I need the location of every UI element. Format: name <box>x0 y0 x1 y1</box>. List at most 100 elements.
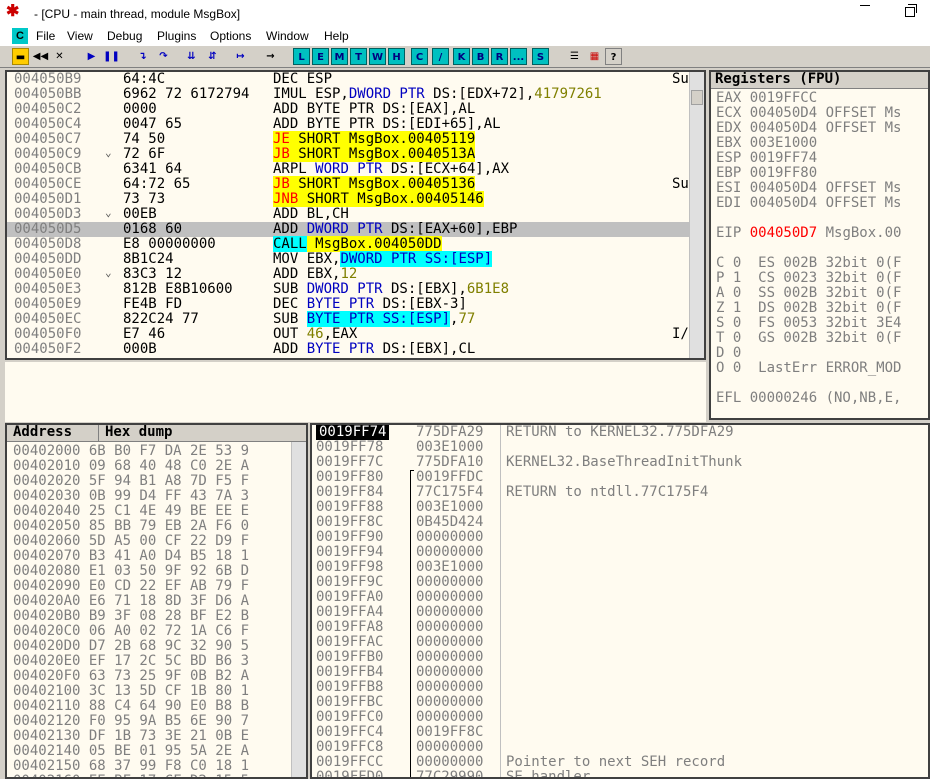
dump-row[interactable]: 00402000 6B B0 F7 DA 2E 53 9 <box>13 444 249 459</box>
toolbar-patches-button[interactable]: / <box>432 48 449 65</box>
menu-window[interactable]: Window <box>266 29 309 43</box>
toolbar-call-stack-button[interactable]: K <box>453 48 470 65</box>
menu-options[interactable]: Options <box>210 29 251 43</box>
dump-row[interactable]: 00402140 05 BE 01 95 5A 2E A <box>13 744 249 759</box>
stack-row[interactable]: 0019FFC4 0019FF8C <box>312 725 928 740</box>
menu-help[interactable]: Help <box>324 29 349 43</box>
stack-row[interactable]: 0019FFA8 00000000 <box>312 620 928 635</box>
stack-row[interactable]: 0019FFC0 00000000 <box>312 710 928 725</box>
go-to-icon[interactable]: → <box>262 48 279 65</box>
dump-row[interactable]: 00402100 3C 13 5D CF 1B 80 1 <box>13 684 249 699</box>
dump-row[interactable]: 004020C0 06 A0 02 72 1A C6 F <box>13 624 249 639</box>
stack-row[interactable]: 0019FF7C 775DFA10 KERNEL32.BaseThreadInitT… <box>312 455 928 470</box>
register-line[interactable]: T 0 GS 002B 32bit 0(F <box>716 331 901 346</box>
dump-scrollbar[interactable] <box>291 442 306 777</box>
register-line[interactable]: ESI 004050D4 OFFSET Ms <box>716 181 901 196</box>
dump-row[interactable]: 00402010 09 68 40 48 C0 2E A <box>13 459 249 474</box>
disasm-row[interactable]: 004050CB 6341 64 ARPL WORD PTR DS:[ECX+64]… <box>7 162 693 177</box>
dump-row[interactable]: 00402040 25 C1 4E 49 BE EE E <box>13 504 249 519</box>
toolbar-run-trace-button[interactable]: ... <box>510 48 527 65</box>
step-into-icon[interactable]: ↴ <box>134 48 151 65</box>
grid-icon[interactable]: ▦ <box>586 48 603 65</box>
toolbar-executable-modules-button[interactable]: E <box>312 48 329 65</box>
stack-row[interactable]: 0019FFB0 00000000 <box>312 650 928 665</box>
register-line[interactable]: S 0 FS 0053 32bit 3E4 <box>716 316 901 331</box>
execute-till-return-icon[interactable]: ↦ <box>232 48 249 65</box>
register-line[interactable]: EIP 004050D7 MsgBox.00 <box>716 226 901 241</box>
toolbar-breakpoints-button[interactable]: B <box>472 48 489 65</box>
help-icon[interactable]: ? <box>605 48 622 65</box>
menu-file[interactable]: File <box>36 29 55 43</box>
stack-row[interactable]: 0019FFB4 00000000 <box>312 665 928 680</box>
toolbar-references-button[interactable]: R <box>491 48 508 65</box>
stack-row[interactable]: 0019FF88 003E1000 <box>312 500 928 515</box>
dump-row[interactable]: 00402050 85 BB 79 EB 2A F6 0 <box>13 519 249 534</box>
dump-row[interactable]: 004020A0 E6 71 18 8D 3F D6 A <box>13 594 249 609</box>
stack-row[interactable]: 0019FF8C 0B45D424 <box>312 515 928 530</box>
stack-row[interactable]: 0019FF98 003E1000 <box>312 560 928 575</box>
dump-row[interactable]: 00402070 B3 41 A0 D4 B5 18 1 <box>13 549 249 564</box>
register-line[interactable]: A 0 SS 002B 32bit 0(F <box>716 286 901 301</box>
toolbar-threads-button[interactable]: T <box>350 48 367 65</box>
toolbar-cpu-button[interactable]: C <box>411 48 428 65</box>
list-icon[interactable]: ☰ <box>566 48 583 65</box>
stack-row[interactable]: 0019FF94 00000000 <box>312 545 928 560</box>
disasm-row[interactable]: 004050CE 64:72 65 JB SHORT MsgBox.00405136… <box>7 176 693 192</box>
menu-debug[interactable]: Debug <box>107 29 142 43</box>
step-over-icon[interactable]: ↷ <box>155 48 172 65</box>
dump-row[interactable]: 004020B0 B9 3F 08 28 BF E2 B <box>13 609 249 624</box>
registers-pane[interactable]: Registers (FPU) EAX 0019FFCC ECX 004050D4… <box>709 70 930 420</box>
disasm-row[interactable]: 004050B9 64:4C DEC ESP Su <box>7 72 693 87</box>
restore-button[interactable] <box>905 4 917 17</box>
register-line[interactable]: EBX 003E1000 <box>716 136 817 151</box>
dump-row[interactable]: 00402030 0B 99 D4 FF 43 7A 3 <box>13 489 249 504</box>
register-line[interactable]: ECX 004050D4 OFFSET Ms <box>716 106 901 121</box>
dump-row[interactable]: 004020D0 D7 2B 68 9C 32 90 5 <box>13 639 249 654</box>
stack-row[interactable]: 0019FF9C 00000000 <box>312 575 928 590</box>
stack-row[interactable]: 0019FFAC 00000000 <box>312 635 928 650</box>
disasm-row[interactable]: 004050D5 0168 60 ADD DWORD PTR DS:[EAX+60]… <box>7 222 693 237</box>
dump-row[interactable]: 004020E0 EF 17 2C 5C BD B6 3 <box>13 654 249 669</box>
dump-row[interactable]: 00402150 68 37 99 F8 C0 18 1 <box>13 759 249 774</box>
register-line[interactable]: EFL 00000246 (NO,NB,E, <box>716 391 901 406</box>
disasm-row[interactable]: 004050E3 812B E8B10600 SUB DWORD PTR DS:[E… <box>7 282 693 297</box>
register-line[interactable]: C 0 ES 002B 32bit 0(F <box>716 256 901 271</box>
trace-over-icon[interactable]: ⇵ <box>204 48 221 65</box>
dump-row[interactable]: 00402130 DF 1B 73 3E 21 0B E <box>13 729 249 744</box>
rewind-icon[interactable]: ◀◀ <box>32 48 49 65</box>
disassembly-scrollbar[interactable] <box>689 72 704 358</box>
pause-icon[interactable]: ❚❚ <box>103 48 120 65</box>
trace-into-icon[interactable]: ⇊ <box>183 48 200 65</box>
dump-row[interactable]: 00402020 5F 94 B1 A8 7D F5 F <box>13 474 249 489</box>
toolbar-memory-map-button[interactable]: M <box>331 48 348 65</box>
close-icon[interactable]: ✕ <box>51 48 68 65</box>
disasm-row[interactable]: 004050D8 E8 00000000 CALL MsgBox.004050DD <box>7 236 693 252</box>
run-icon[interactable]: ▶ <box>83 48 100 65</box>
scroll-thumb[interactable] <box>691 90 703 105</box>
disasm-row[interactable]: 004050F0 E7 46 OUT 46,EAX I/ <box>7 327 693 342</box>
stack-row[interactable]: 0019FF90 00000000 <box>312 530 928 545</box>
disasm-row[interactable]: 004050BB 6962 72 6172794 IMUL ESP,DWORD PT… <box>7 87 693 102</box>
dump-hex-column-header[interactable]: Hex dump <box>101 425 172 440</box>
stack-row[interactable]: 0019FFD0 77C29990 SE handler <box>312 770 928 778</box>
toolbar-log-button[interactable]: L <box>293 48 310 65</box>
stack-row[interactable]: 0019FF80 0019FFDC <box>312 470 928 485</box>
disasm-row[interactable]: 004050C2 0000 ADD BYTE PTR DS:[EAX],AL <box>7 102 693 117</box>
stack-row[interactable]: 0019FF84 77C175F4 RETURN to ntdll.77C175F4 <box>312 485 928 500</box>
disasm-row[interactable]: 004050EC 822C24 77 SUB BYTE PTR SS:[ESP],7… <box>7 311 693 327</box>
disasm-row[interactable]: 004050E9 FE4B FD DEC BYTE PTR DS:[EBX-3] <box>7 297 693 312</box>
minimize-button[interactable] <box>860 5 870 6</box>
stack-row[interactable]: 0019FFBC 00000000 <box>312 695 928 710</box>
disasm-row[interactable]: 004050C4 0047 65 ADD BYTE PTR DS:[EDI+65],… <box>7 117 693 132</box>
stack-row[interactable]: 0019FF74 775DFA29 RETURN to KERNEL32.775DF… <box>312 425 928 440</box>
cpu-window-icon[interactable]: C <box>12 28 28 44</box>
menu-view[interactable]: View <box>67 29 93 43</box>
register-line[interactable]: D 0 <box>716 346 741 361</box>
dump-row[interactable]: 00402110 88 C4 64 90 E0 B8 B <box>13 699 249 714</box>
stack-row[interactable]: 0019FFC8 00000000 <box>312 740 928 755</box>
toolbar-windows-button[interactable]: W <box>369 48 386 65</box>
open-folder-icon[interactable]: ▬ <box>12 48 29 65</box>
register-line[interactable]: EDX 004050D4 OFFSET Ms <box>716 121 901 136</box>
dump-row[interactable]: 004020F0 63 73 25 9F 0B B2 A <box>13 669 249 684</box>
register-line[interactable]: Z 1 DS 002B 32bit 0(F <box>716 301 901 316</box>
